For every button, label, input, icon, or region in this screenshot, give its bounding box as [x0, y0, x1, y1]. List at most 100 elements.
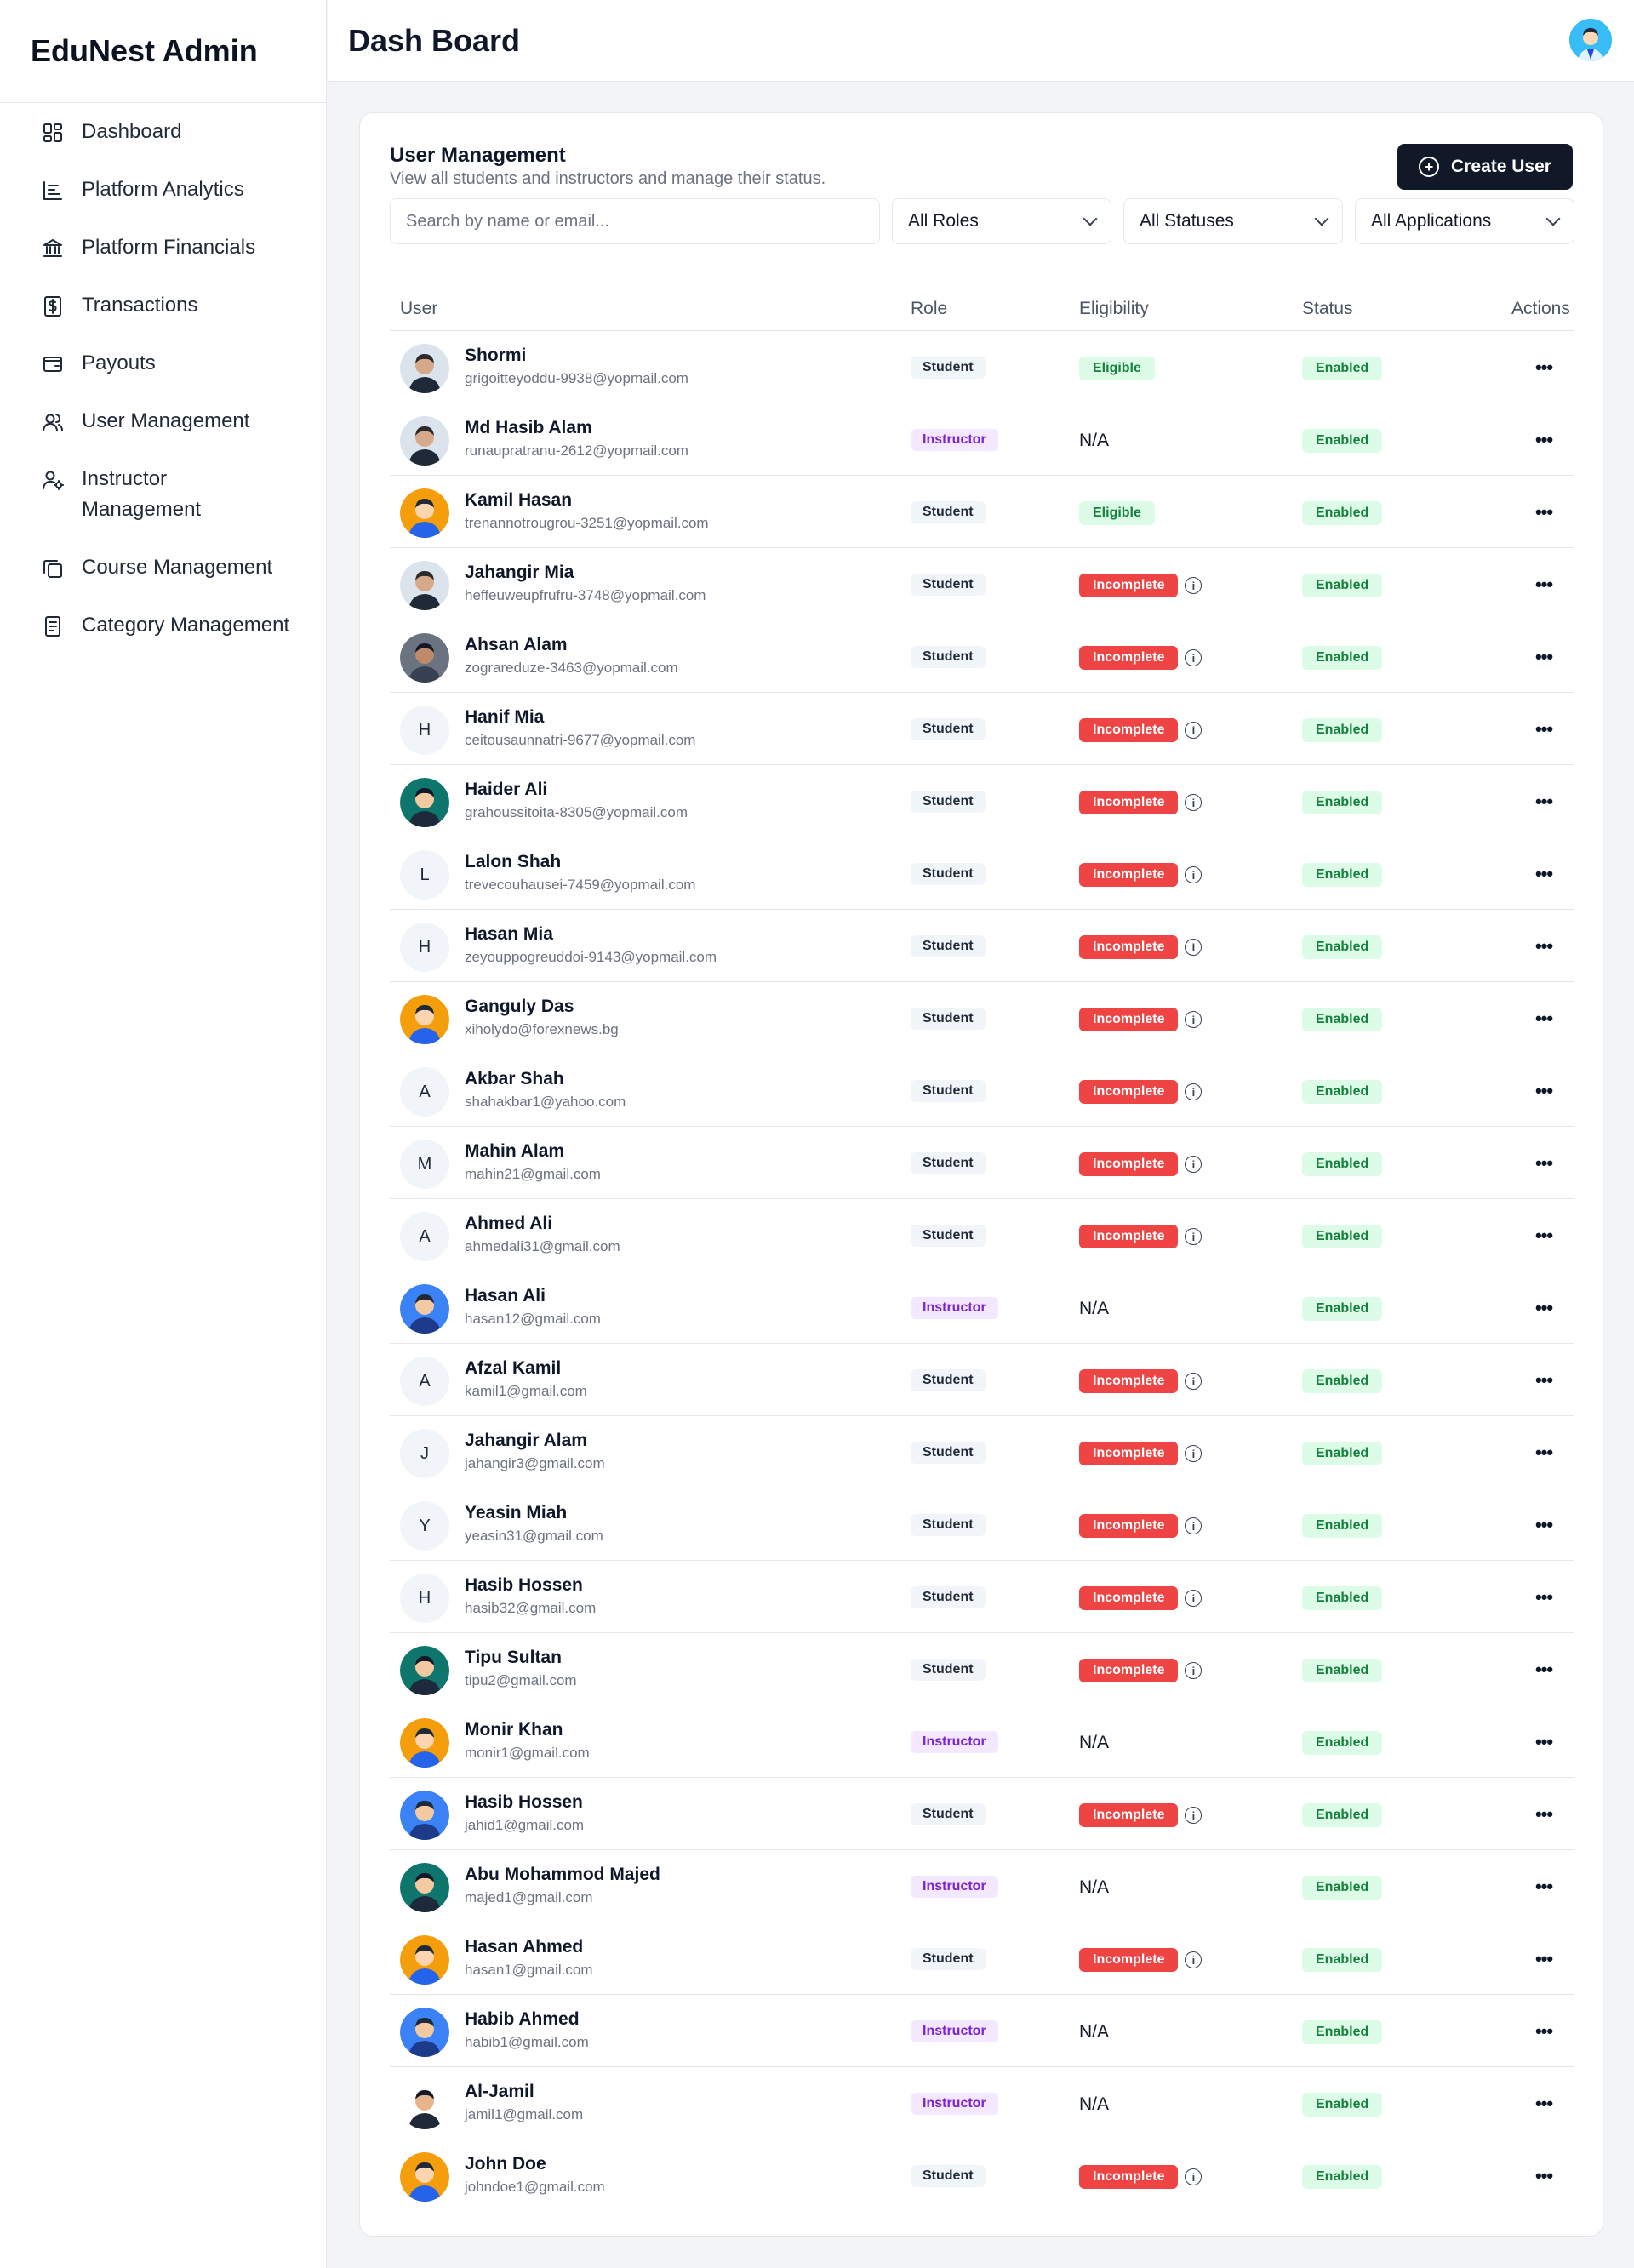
role-filter-select[interactable]: All Roles [892, 198, 1111, 244]
more-actions-icon[interactable]: ••• [1528, 1294, 1559, 1323]
sidebar-item-dashboard[interactable]: Dashboard [0, 120, 326, 147]
eligibility-text: N/A [1079, 1299, 1110, 1318]
more-actions-icon[interactable]: ••• [1528, 1221, 1559, 1250]
column-status: Status [1302, 299, 1353, 318]
sidebar-item-user-management[interactable]: User Management [0, 409, 326, 437]
more-actions-icon[interactable]: ••• [1528, 2017, 1559, 2046]
more-actions-icon[interactable]: ••• [1528, 570, 1559, 599]
status-badge: Enabled [1302, 1008, 1383, 1031]
sidebar-item-platform-analytics[interactable]: Platform Analytics [0, 178, 326, 205]
table-row: A Ahmed Ali ahmedali31@gmail.com Student Inc… [390, 1199, 1574, 1271]
more-actions-icon[interactable]: ••• [1528, 1583, 1559, 1612]
create-user-button[interactable]: + Create User [1397, 144, 1573, 190]
info-icon[interactable]: i [1185, 794, 1203, 811]
more-actions-icon[interactable]: ••• [1528, 1655, 1559, 1684]
search-input[interactable] [390, 198, 880, 244]
info-icon[interactable]: i [1185, 2168, 1203, 2185]
sidebar-item-category-management[interactable]: Category Management [0, 614, 326, 641]
eligibility-cell: Incomplete i [1079, 574, 1203, 597]
role-badge: Student [911, 646, 986, 668]
info-icon[interactable]: i [1185, 1083, 1203, 1100]
avatar-initial: H [400, 706, 449, 755]
info-icon[interactable]: i [1185, 577, 1203, 594]
info-icon[interactable]: i [1185, 1590, 1203, 1607]
more-actions-icon[interactable]: ••• [1528, 1366, 1559, 1395]
user-email: trevecouhausei-7459@yopmail.com [465, 877, 696, 893]
status-badge: Enabled [1302, 935, 1383, 959]
more-actions-icon[interactable]: ••• [1528, 860, 1559, 888]
eligibility-badge: Incomplete [1079, 863, 1179, 887]
brand-logo[interactable]: EduNest Admin [0, 0, 326, 103]
more-actions-icon[interactable]: ••• [1528, 2162, 1559, 2191]
more-actions-icon[interactable]: ••• [1528, 1004, 1559, 1033]
user-email: jahangir3@gmail.com [465, 1455, 605, 1471]
sidebar-item-transactions[interactable]: Transactions [0, 294, 326, 321]
info-icon[interactable]: i [1185, 649, 1203, 666]
info-icon[interactable]: i [1185, 1011, 1203, 1028]
more-actions-icon[interactable]: ••• [1528, 426, 1559, 454]
status-badge: Enabled [1302, 1731, 1383, 1755]
info-icon[interactable]: i [1185, 722, 1203, 739]
avatar-icon [1569, 19, 1612, 61]
table-row: Kamil Hasan trenannotrougrou-3251@yopmail… [390, 476, 1574, 548]
user-email: tipu2@gmail.com [465, 1672, 577, 1688]
sidebar-item-label: Platform Financials [82, 236, 256, 259]
user-email: hasan12@gmail.com [465, 1311, 601, 1327]
status-filter-select[interactable]: All Statuses [1123, 198, 1343, 244]
instructor-icon [43, 471, 64, 490]
eligibility-cell: Incomplete i [1079, 1369, 1203, 1393]
avatar [400, 1935, 449, 1985]
table-row: M Mahin Alam mahin21@gmail.com Student Incom… [390, 1127, 1574, 1199]
info-icon[interactable]: i [1185, 1228, 1203, 1245]
more-actions-icon[interactable]: ••• [1528, 1728, 1559, 1757]
info-icon[interactable]: i [1185, 1156, 1203, 1173]
user-avatar[interactable] [1569, 19, 1612, 61]
more-actions-icon[interactable]: ••• [1528, 643, 1559, 671]
more-actions-icon[interactable]: ••• [1528, 2089, 1559, 2118]
more-actions-icon[interactable]: ••• [1528, 1149, 1559, 1178]
user-name: Hanif Mia [465, 707, 545, 727]
more-actions-icon[interactable]: ••• [1528, 787, 1559, 816]
more-actions-icon[interactable]: ••• [1528, 1800, 1559, 1829]
info-icon[interactable]: i [1185, 866, 1203, 883]
eligibility-cell: Eligible [1079, 357, 1155, 380]
status-badge: Enabled [1302, 1803, 1383, 1827]
sidebar-item-instructor-management[interactable]: Instructor Management [0, 467, 326, 525]
user-email: runaupratranu-2612@yopmail.com [465, 443, 688, 459]
table-header: User Role Eligibility Status Actions [390, 288, 1574, 331]
info-icon[interactable]: i [1185, 1662, 1203, 1679]
more-actions-icon[interactable]: ••• [1528, 498, 1559, 527]
info-icon[interactable]: i [1185, 1445, 1203, 1462]
eligibility-text: N/A [1079, 2022, 1110, 2042]
chevron-down-icon [1545, 211, 1561, 226]
table-row: A Akbar Shah shahakbar1@yahoo.com Student In… [390, 1054, 1574, 1127]
more-actions-icon[interactable]: ••• [1528, 932, 1559, 961]
sidebar-item-payouts[interactable]: Payouts [0, 351, 326, 379]
table-row: Al-Jamil jamil1@gmail.com Instructor N/A Ena… [390, 2067, 1574, 2139]
avatar [400, 488, 449, 538]
more-actions-icon[interactable]: ••• [1528, 1872, 1559, 1901]
sidebar-item-platform-financials[interactable]: Platform Financials [0, 236, 326, 263]
user-name: Afzal Kamil [465, 1358, 562, 1378]
more-actions-icon[interactable]: ••• [1528, 715, 1559, 744]
info-icon[interactable]: i [1185, 1807, 1203, 1824]
info-icon[interactable]: i [1185, 1951, 1203, 1968]
application-filter-select[interactable]: All Applications [1355, 198, 1574, 244]
eligibility-badge: Eligible [1079, 357, 1155, 380]
more-actions-icon[interactable]: ••• [1528, 1511, 1559, 1540]
more-actions-icon[interactable]: ••• [1528, 1438, 1559, 1467]
user-name: Yeasin Miah [465, 1503, 568, 1522]
info-icon[interactable]: i [1185, 1373, 1203, 1390]
info-icon[interactable]: i [1185, 1517, 1203, 1534]
more-actions-icon[interactable]: ••• [1528, 1945, 1559, 1974]
status-badge: Enabled [1302, 501, 1383, 525]
info-icon[interactable]: i [1185, 939, 1203, 956]
more-actions-icon[interactable]: ••• [1528, 353, 1559, 382]
eligibility-badge: Eligible [1079, 501, 1155, 525]
avatar-icon [400, 488, 449, 538]
sidebar-item-course-management[interactable]: Course Management [0, 556, 326, 583]
more-actions-icon[interactable]: ••• [1528, 1077, 1559, 1105]
avatar-initial: L [400, 850, 449, 900]
avatar [400, 2080, 449, 2129]
user-email: habib1@gmail.com [465, 2034, 589, 2050]
